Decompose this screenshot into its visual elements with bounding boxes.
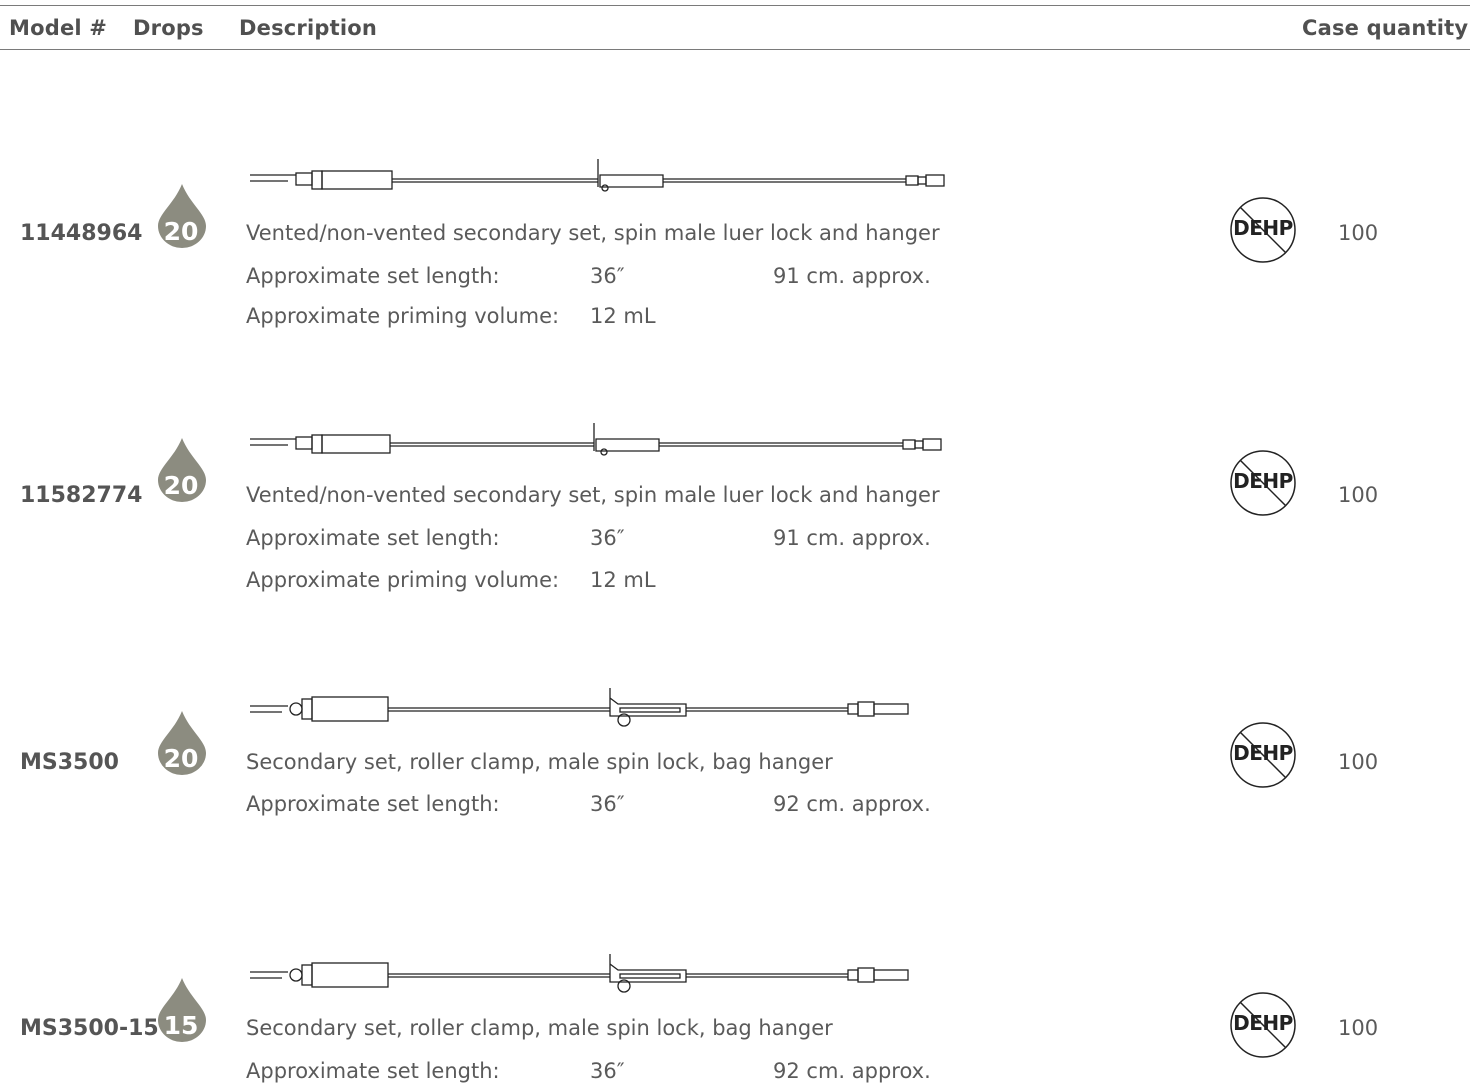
model-number: MS3500: [20, 750, 119, 775]
set-length-inches: 36″: [590, 264, 625, 288]
product-description: Secondary set, roller clamp, male spin l…: [246, 750, 833, 774]
no-dehp-badge: DEHP: [1229, 721, 1297, 789]
set-length-cm: 91 cm. approx.: [773, 264, 931, 288]
set-length-label: Approximate set length:: [246, 526, 500, 550]
case-quantity: 100: [1338, 750, 1379, 774]
set-length-inches: 36″: [590, 526, 625, 550]
case-quantity: 100: [1338, 1016, 1379, 1040]
no-dehp-badge: DEHP: [1229, 449, 1297, 517]
iv-set-diagram: [250, 954, 909, 993]
header-rule-bottom: [0, 49, 1470, 50]
case-quantity-column-header: Case quantity: [1302, 16, 1469, 40]
set-length-cm: 92 cm. approx.: [773, 1059, 931, 1083]
model-number: 11582774: [20, 483, 143, 508]
product-description: Vented/non-vented secondary set, spin ma…: [246, 483, 940, 507]
model-column-header: Model #: [9, 16, 108, 40]
header-rule-top: [0, 5, 1470, 6]
drop-badge: 20: [156, 182, 208, 248]
dehp-text: DEHP: [1233, 741, 1293, 765]
case-quantity: 100: [1338, 483, 1379, 507]
no-dehp-badge: DEHP: [1229, 196, 1297, 264]
model-number: MS3500-15: [20, 1016, 159, 1041]
drop-count: 20: [163, 471, 199, 500]
set-length-cm: 91 cm. approx.: [773, 526, 931, 550]
iv-set-diagram: [250, 423, 942, 456]
case-quantity: 100: [1338, 221, 1379, 245]
set-length-inches: 36″: [590, 1059, 625, 1083]
set-length-cm: 92 cm. approx.: [773, 792, 931, 816]
dehp-text: DEHP: [1233, 216, 1293, 240]
drop-count: 15: [163, 1011, 199, 1040]
drop-badge: 15: [156, 976, 208, 1042]
drop-count: 20: [163, 217, 199, 246]
set-length-label: Approximate set length:: [246, 1059, 500, 1083]
set-length-inches: 36″: [590, 792, 625, 816]
priming-volume-label: Approximate priming volume:: [246, 304, 560, 328]
model-number: 11448964: [20, 221, 143, 246]
iv-set-diagram: [250, 159, 945, 192]
drop-badge: 20: [156, 436, 208, 502]
priming-volume-label: Approximate priming volume:: [246, 568, 560, 592]
no-dehp-badge: DEHP: [1229, 991, 1297, 1059]
product-description: Secondary set, roller clamp, male spin l…: [246, 1016, 833, 1040]
product-description: Vented/non-vented secondary set, spin ma…: [246, 221, 940, 245]
priming-volume-value: 12 mL: [590, 304, 656, 328]
dehp-text: DEHP: [1233, 469, 1293, 493]
drops-column-header: Drops: [133, 16, 204, 40]
set-length-label: Approximate set length:: [246, 792, 500, 816]
set-length-label: Approximate set length:: [246, 264, 500, 288]
priming-volume-value: 12 mL: [590, 568, 656, 592]
iv-set-diagram: [250, 688, 909, 727]
description-column-header: Description: [239, 16, 378, 40]
drop-badge: 20: [156, 709, 208, 775]
drop-count: 20: [163, 744, 199, 773]
dehp-text: DEHP: [1233, 1011, 1293, 1035]
